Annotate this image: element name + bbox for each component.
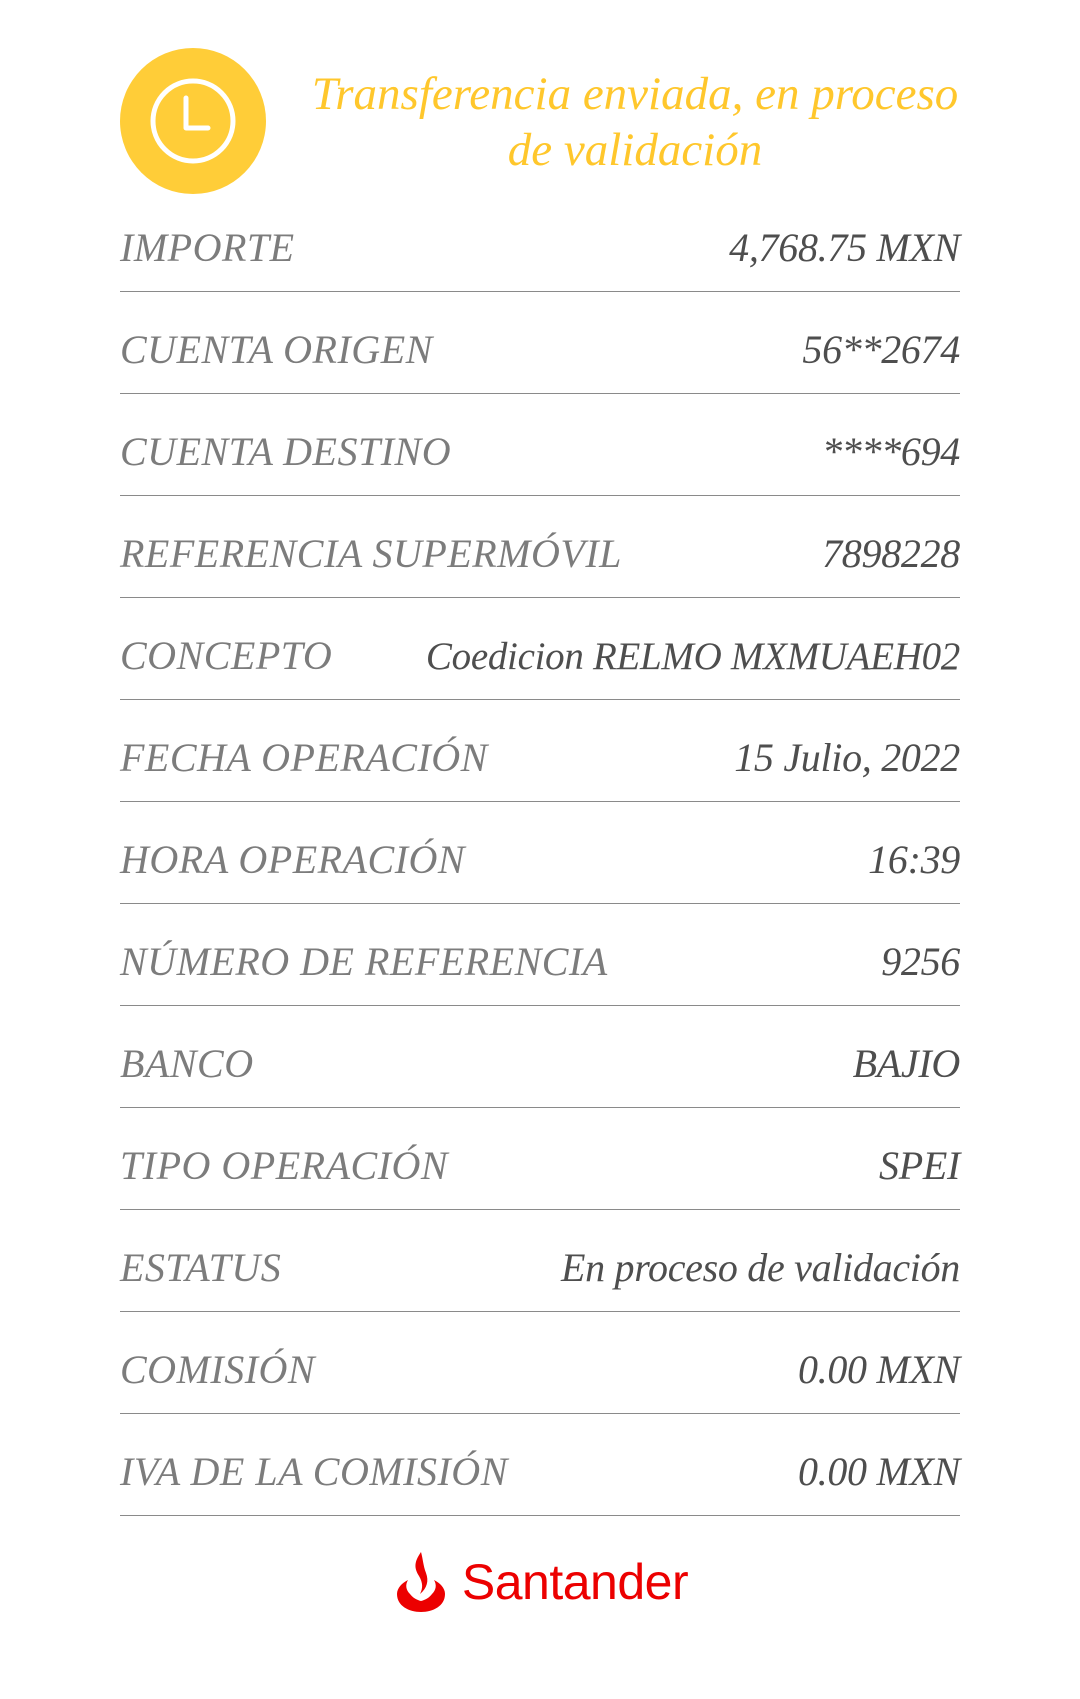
detail-label: CONCEPTO xyxy=(120,633,333,678)
detail-value: BAJIO xyxy=(852,1041,961,1086)
detail-label: CUENTA ORIGEN xyxy=(120,327,433,372)
detail-row-cuenta-destino: CUENTA DESTINO ****694 xyxy=(120,394,960,496)
detail-label: CUENTA DESTINO xyxy=(120,429,452,474)
detail-row-hora-operacion: HORA OPERACIÓN 16:39 xyxy=(120,802,960,904)
detail-row-cuenta-origen: CUENTA ORIGEN 56**2674 xyxy=(120,292,960,394)
detail-row-comision: COMISIÓN 0.00 MXN xyxy=(120,1312,960,1414)
detail-label: BANCO xyxy=(120,1041,254,1086)
detail-value: SPEI xyxy=(879,1143,960,1188)
detail-value: 7898228 xyxy=(822,531,960,576)
detail-value: 16:39 xyxy=(868,837,960,882)
detail-label: COMISIÓN xyxy=(120,1347,316,1392)
detail-label: ESTATUS xyxy=(120,1245,282,1290)
detail-label: IVA DE LA COMISIÓN xyxy=(120,1449,508,1494)
transfer-details-list: IMPORTE 4,768.75 MXN CUENTA ORIGEN 56**2… xyxy=(120,190,960,1516)
clock-icon xyxy=(120,48,266,194)
status-value: En proceso de validación xyxy=(561,1245,960,1290)
detail-value: 15 Julio, 2022 xyxy=(734,735,960,780)
detail-label: IMPORTE xyxy=(120,225,295,270)
receipt-header: Transferencia enviada, en proceso de val… xyxy=(0,0,1080,200)
detail-value: 4,768.75 MXN xyxy=(729,225,960,270)
brand-name: Santander xyxy=(461,1554,689,1610)
detail-value: Coedicion RELMO MXMUAEH02 xyxy=(425,635,960,678)
detail-label: NÚMERO DE REFERENCIA xyxy=(120,939,608,984)
detail-value: 56**2674 xyxy=(802,327,960,372)
detail-row-concepto: CONCEPTO Coedicion RELMO MXMUAEH02 xyxy=(120,598,960,700)
detail-value: 0.00 MXN xyxy=(797,1449,960,1494)
detail-row-banco: BANCO BAJIO xyxy=(120,1006,960,1108)
detail-row-referencia-supermovil: REFERENCIA SUPERMÓVIL 7898228 xyxy=(120,496,960,598)
detail-label: REFERENCIA SUPERMÓVIL xyxy=(120,531,622,576)
page-title: Transferencia enviada, en proceso de val… xyxy=(311,68,959,176)
detail-label: TIPO OPERACIÓN xyxy=(120,1143,449,1188)
detail-value: ****694 xyxy=(822,429,960,474)
detail-row-numero-referencia: NÚMERO DE REFERENCIA 9256 xyxy=(120,904,960,1006)
santander-logo: Santander xyxy=(0,1550,1080,1630)
detail-value: 0.00 MXN xyxy=(797,1347,960,1392)
detail-label: HORA OPERACIÓN xyxy=(120,837,466,882)
detail-row-iva-comision: IVA DE LA COMISIÓN 0.00 MXN xyxy=(120,1414,960,1516)
detail-label: FECHA OPERACIÓN xyxy=(120,735,488,780)
detail-row-tipo-operacion: TIPO OPERACIÓN SPEI xyxy=(120,1108,960,1210)
detail-row-fecha-operacion: FECHA OPERACIÓN 15 Julio, 2022 xyxy=(120,700,960,802)
detail-row-estatus: ESTATUS En proceso de validación xyxy=(120,1210,960,1312)
santander-flame-icon xyxy=(396,1552,445,1612)
detail-value: 9256 xyxy=(881,939,960,984)
detail-row-importe: IMPORTE 4,768.75 MXN xyxy=(120,190,960,292)
